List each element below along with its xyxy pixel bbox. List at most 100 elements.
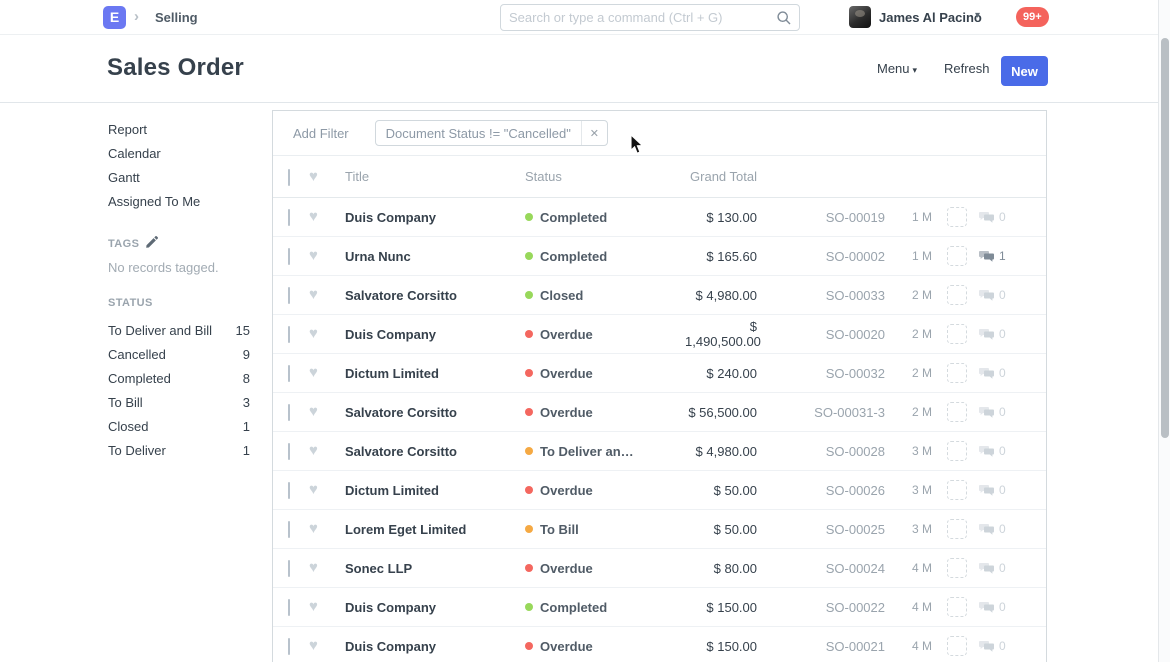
row-document-id[interactable]: SO-00019 <box>757 210 885 225</box>
row-document-id[interactable]: SO-00022 <box>757 600 885 615</box>
row-title[interactable]: Duis Company <box>345 600 525 615</box>
row-comments[interactable]: 0 <box>979 483 1006 497</box>
assignee-placeholder[interactable] <box>947 402 967 422</box>
like-heart-icon[interactable]: ♥ <box>309 288 325 302</box>
menu-button[interactable]: Menu▾ <box>877 61 917 76</box>
table-row[interactable]: ♥ Salvatore Corsitto Overdue $ 56,500.00… <box>273 393 1046 432</box>
table-row[interactable]: ♥ Duis Company Completed $ 130.00 SO-000… <box>273 198 1046 237</box>
row-checkbox[interactable] <box>288 521 290 538</box>
row-title[interactable]: Dictum Limited <box>345 366 525 381</box>
row-document-id[interactable]: SO-00033 <box>757 288 885 303</box>
row-document-id[interactable]: SO-00032 <box>757 366 885 381</box>
sidebar-view-item[interactable]: Gantt <box>108 166 250 190</box>
sidebar-view-item[interactable]: Assigned To Me <box>108 190 250 214</box>
row-checkbox[interactable] <box>288 248 290 265</box>
assignee-placeholder[interactable] <box>947 207 967 227</box>
assignee-placeholder[interactable] <box>947 363 967 383</box>
like-heart-icon[interactable]: ♥ <box>309 405 325 419</box>
app-logo[interactable]: E <box>103 6 126 29</box>
row-checkbox[interactable] <box>288 638 290 655</box>
assignee-placeholder[interactable] <box>947 480 967 500</box>
row-document-id[interactable]: SO-00031-3 <box>757 405 885 420</box>
like-heart-icon[interactable]: ♥ <box>309 561 325 575</box>
row-document-id[interactable]: SO-00026 <box>757 483 885 498</box>
user-menu-caret-icon[interactable]: ▾ <box>975 10 980 21</box>
row-comments[interactable]: 0 <box>979 327 1006 341</box>
like-heart-icon[interactable]: ♥ <box>309 210 325 224</box>
notification-badge[interactable]: 99+ <box>1016 7 1049 27</box>
status-filter-item[interactable]: Cancelled 9 <box>108 343 250 367</box>
row-title[interactable]: Duis Company <box>345 210 525 225</box>
like-heart-icon[interactable]: ♥ <box>309 522 325 536</box>
header-status[interactable]: Status <box>525 169 685 184</box>
scrollbar-thumb[interactable] <box>1161 38 1169 438</box>
row-comments[interactable]: 0 <box>979 561 1006 575</box>
row-document-id[interactable]: SO-00020 <box>757 327 885 342</box>
filter-chip-text[interactable]: Document Status != "Cancelled" <box>376 126 581 141</box>
like-heart-icon[interactable]: ♥ <box>309 327 325 341</box>
row-comments[interactable]: 0 <box>979 444 1006 458</box>
assignee-placeholder[interactable] <box>947 324 967 344</box>
assignee-placeholder[interactable] <box>947 519 967 539</box>
row-title[interactable]: Duis Company <box>345 639 525 654</box>
table-row[interactable]: ♥ Duis Company Completed $ 150.00 SO-000… <box>273 588 1046 627</box>
table-row[interactable]: ♥ Urna Nunc Completed $ 165.60 SO-00002 … <box>273 237 1046 276</box>
row-title[interactable]: Lorem Eget Limited <box>345 522 525 537</box>
status-filter-item[interactable]: To Deliver and Bill 15 <box>108 319 250 343</box>
row-checkbox[interactable] <box>288 365 290 382</box>
row-comments[interactable]: 0 <box>979 405 1006 419</box>
like-heart-icon[interactable]: ♥ <box>309 366 325 380</box>
like-heart-icon[interactable]: ♥ <box>309 444 325 458</box>
row-checkbox[interactable] <box>288 443 290 460</box>
row-checkbox[interactable] <box>288 209 290 226</box>
assignee-placeholder[interactable] <box>947 441 967 461</box>
active-filter-chip[interactable]: Document Status != "Cancelled" ✕ <box>375 120 608 146</box>
header-grand-total[interactable]: Grand Total <box>685 169 757 184</box>
add-filter-button[interactable]: Add Filter <box>293 126 349 141</box>
row-comments[interactable]: 0 <box>979 288 1006 302</box>
assignee-placeholder[interactable] <box>947 246 967 266</box>
row-document-id[interactable]: SO-00024 <box>757 561 885 576</box>
assignee-placeholder[interactable] <box>947 285 967 305</box>
row-checkbox[interactable] <box>288 404 290 421</box>
table-row[interactable]: ♥ Duis Company Overdue $ 150.00 SO-00021… <box>273 627 1046 662</box>
status-filter-item[interactable]: Completed 8 <box>108 367 250 391</box>
row-comments[interactable]: 1 <box>979 249 1006 263</box>
assignee-placeholder[interactable] <box>947 597 967 617</box>
table-row[interactable]: ♥ Duis Company Overdue $ 1,490,500.00 SO… <box>273 315 1046 354</box>
row-document-id[interactable]: SO-00002 <box>757 249 885 264</box>
refresh-button[interactable]: Refresh <box>944 61 990 76</box>
row-title[interactable]: Salvatore Corsitto <box>345 405 525 420</box>
status-filter-item[interactable]: Closed 1 <box>108 415 250 439</box>
page-scrollbar[interactable] <box>1158 0 1170 662</box>
select-all-checkbox[interactable] <box>288 169 290 186</box>
status-filter-item[interactable]: To Deliver 1 <box>108 439 250 463</box>
header-title[interactable]: Title <box>345 169 525 184</box>
row-comments[interactable]: 0 <box>979 600 1006 614</box>
row-document-id[interactable]: SO-00028 <box>757 444 885 459</box>
row-checkbox[interactable] <box>288 326 290 343</box>
search-input[interactable] <box>501 5 756 30</box>
row-comments[interactable]: 0 <box>979 639 1006 653</box>
row-title[interactable]: Dictum Limited <box>345 483 525 498</box>
row-checkbox[interactable] <box>288 287 290 304</box>
row-title[interactable]: Duis Company <box>345 327 525 342</box>
row-document-id[interactable]: SO-00021 <box>757 639 885 654</box>
user-avatar[interactable] <box>849 6 871 28</box>
remove-filter-icon[interactable]: ✕ <box>581 121 607 145</box>
assignee-placeholder[interactable] <box>947 558 967 578</box>
liked-by-header-heart-icon[interactable]: ♥ <box>309 170 325 184</box>
row-checkbox[interactable] <box>288 560 290 577</box>
like-heart-icon[interactable]: ♥ <box>309 600 325 614</box>
like-heart-icon[interactable]: ♥ <box>309 249 325 263</box>
row-title[interactable]: Sonec LLP <box>345 561 525 576</box>
like-heart-icon[interactable]: ♥ <box>309 483 325 497</box>
sidebar-view-item[interactable]: Calendar <box>108 142 250 166</box>
table-row[interactable]: ♥ Lorem Eget Limited To Bill $ 50.00 SO-… <box>273 510 1046 549</box>
table-row[interactable]: ♥ Dictum Limited Overdue $ 240.00 SO-000… <box>273 354 1046 393</box>
like-heart-icon[interactable]: ♥ <box>309 639 325 653</box>
row-document-id[interactable]: SO-00025 <box>757 522 885 537</box>
sidebar-view-item[interactable]: Report <box>108 118 250 142</box>
table-row[interactable]: ♥ Sonec LLP Overdue $ 80.00 SO-00024 4 M… <box>273 549 1046 588</box>
new-button[interactable]: New <box>1001 56 1048 86</box>
